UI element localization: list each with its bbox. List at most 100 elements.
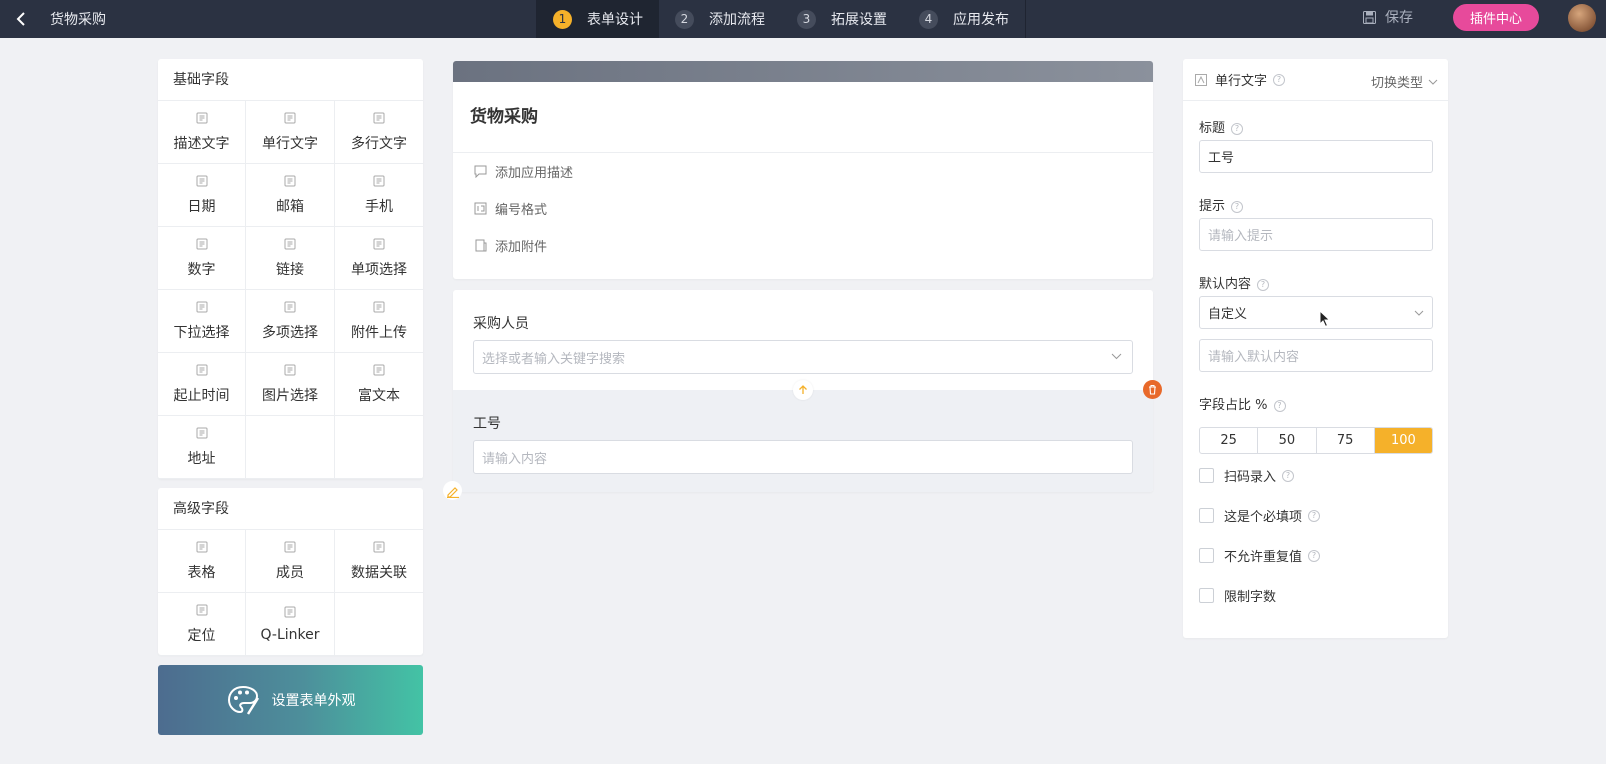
add-attachment-option[interactable]: 添加附件 bbox=[453, 227, 1153, 264]
basic-fields-title: 基础字段 bbox=[158, 59, 423, 101]
chevron-down-icon bbox=[1428, 79, 1438, 85]
edit-icon[interactable] bbox=[443, 481, 462, 500]
checkbox[interactable] bbox=[1199, 468, 1214, 483]
field-type-item[interactable]: 定位 bbox=[158, 593, 246, 656]
field-type-item[interactable]: 单行文字 bbox=[246, 101, 335, 164]
field-type-item[interactable]: 成员 bbox=[246, 530, 335, 593]
chevron-down-icon bbox=[1111, 353, 1122, 360]
field-properties-panel: 单行文字 ? 切换类型 标题? 工号 提示? 请输入提示 默认内容? 自定义 请… bbox=[1183, 59, 1448, 638]
member-icon bbox=[284, 541, 296, 553]
step-add-flow[interactable]: 2 添加流程 bbox=[659, 0, 781, 38]
field-type-item[interactable]: Q-Linker bbox=[246, 593, 335, 656]
title-input[interactable]: 工号 bbox=[1199, 140, 1433, 173]
ratio-option-25[interactable]: 25 bbox=[1200, 428, 1259, 453]
advanced-fields-grid: 表格 成员 数据关联定位 Q-Linker bbox=[158, 530, 423, 656]
help-icon: ? bbox=[1308, 549, 1321, 562]
field-type-item[interactable]: 单项选择 bbox=[335, 227, 423, 290]
default-type-select[interactable]: 自定义 bbox=[1199, 296, 1433, 329]
field-type-item[interactable]: 日期 bbox=[158, 164, 246, 227]
field-type-item[interactable]: 数字 bbox=[158, 227, 246, 290]
field-type-label: 多行文字 bbox=[351, 135, 407, 152]
save-button[interactable]: 保存 bbox=[1363, 7, 1413, 27]
field-type-label: 下拉选择 bbox=[173, 324, 230, 341]
default-content-input[interactable]: 请输入默认内容 bbox=[1199, 339, 1433, 372]
ratio-option-100[interactable]: 100 bbox=[1374, 428, 1432, 453]
checkbox-label: 不允许重复值 bbox=[1224, 550, 1303, 565]
numbering-icon bbox=[474, 202, 487, 215]
checkbox[interactable] bbox=[1199, 548, 1214, 563]
form-body-card: 采购人员 选择或者输入关键字搜索 工号 请输入内容 bbox=[443, 290, 1162, 500]
field-type-item[interactable]: 图片选择 bbox=[246, 353, 335, 416]
field-type-item[interactable]: 起止时间 bbox=[158, 353, 246, 416]
hint-input[interactable]: 请输入提示 bbox=[1199, 218, 1433, 251]
form-banner[interactable] bbox=[453, 61, 1153, 82]
form-field-employee-id[interactable]: 工号 请输入内容 bbox=[453, 390, 1153, 492]
switch-type-label: 切换类型 bbox=[1370, 76, 1423, 91]
step-number: 2 bbox=[675, 9, 694, 29]
field-type-item[interactable]: 数据关联 bbox=[335, 530, 423, 593]
ratio-option-50[interactable]: 50 bbox=[1258, 428, 1317, 453]
ratio-option-75[interactable]: 75 bbox=[1317, 428, 1375, 453]
checkbox[interactable] bbox=[1199, 508, 1214, 523]
checkbox-icon bbox=[284, 301, 296, 313]
form-header-card: 货物采购 添加应用描述 编号格式 添加附件 bbox=[453, 61, 1153, 279]
step-number: 1 bbox=[553, 9, 572, 29]
move-up-icon[interactable] bbox=[793, 380, 813, 400]
employee-id-input[interactable]: 请输入内容 bbox=[473, 440, 1133, 474]
field-type-item[interactable]: 邮箱 bbox=[246, 164, 335, 227]
step-number: 3 bbox=[797, 9, 816, 29]
no-duplicate-checkbox[interactable]: 不允许重复值 ? bbox=[1199, 546, 1321, 565]
field-type-label: 数字 bbox=[187, 261, 216, 278]
phone-icon bbox=[373, 175, 385, 187]
field-type-item[interactable]: 链接 bbox=[246, 227, 335, 290]
calendar-icon bbox=[196, 175, 208, 187]
delete-icon[interactable] bbox=[1143, 380, 1162, 399]
field-type-item[interactable]: 多行文字 bbox=[335, 101, 423, 164]
default-type-value: 自定义 bbox=[1208, 307, 1248, 322]
checkbox-label: 扫码录入 bbox=[1224, 470, 1277, 485]
back-arrow-icon[interactable] bbox=[12, 7, 32, 31]
step-form-design[interactable]: 1 表单设计 bbox=[537, 0, 659, 38]
scan-input-checkbox[interactable]: 扫码录入 ? bbox=[1199, 466, 1295, 485]
required-checkbox[interactable]: 这是个必填项 ? bbox=[1199, 506, 1321, 525]
step-extend-settings[interactable]: 3 拓展设置 bbox=[781, 0, 903, 38]
title-prop-text: 标题 bbox=[1199, 121, 1226, 136]
avatar[interactable] bbox=[1568, 4, 1596, 32]
field-type-item[interactable]: 下拉选择 bbox=[158, 290, 246, 353]
switch-type-button[interactable]: 切换类型 bbox=[1371, 72, 1438, 91]
field-type-label: 单行文字 bbox=[1215, 74, 1268, 89]
location-pin-icon bbox=[196, 427, 208, 439]
limit-length-checkbox[interactable]: 限制字数 bbox=[1199, 586, 1276, 605]
field-type-item[interactable]: 手机 bbox=[335, 164, 423, 227]
field-type-label: 表格 bbox=[187, 564, 216, 581]
checkbox[interactable] bbox=[1199, 588, 1214, 603]
step-number: 4 bbox=[919, 9, 938, 29]
add-description-option[interactable]: 添加应用描述 bbox=[453, 153, 1153, 190]
checkbox-label: 这是个必填项 bbox=[1224, 510, 1303, 525]
form-field-buyer[interactable]: 采购人员 选择或者输入关键字搜索 bbox=[453, 290, 1153, 390]
numbering-format-option[interactable]: 编号格式 bbox=[453, 190, 1153, 227]
data-link-icon bbox=[373, 541, 385, 553]
field-type-item[interactable]: 描述文字 bbox=[158, 101, 246, 164]
field-type-item[interactable]: 地址 bbox=[158, 416, 246, 479]
field-type-item[interactable]: 多项选择 bbox=[246, 290, 335, 353]
mail-icon bbox=[284, 175, 296, 187]
palette-icon bbox=[227, 685, 259, 715]
field-type-item[interactable]: 富文本 bbox=[335, 353, 423, 416]
form-title[interactable]: 货物采购 bbox=[453, 82, 1153, 153]
help-icon: ? bbox=[1231, 200, 1244, 213]
paragraph-icon bbox=[196, 112, 208, 124]
form-appearance-button[interactable]: 设置表单外观 bbox=[158, 665, 423, 735]
advanced-fields-title: 高级字段 bbox=[158, 488, 423, 530]
field-type-label: 描述文字 bbox=[173, 135, 230, 152]
step-publish[interactable]: 4 应用发布 bbox=[903, 0, 1025, 38]
top-bar: 货物采购 1 表单设计 2 添加流程 3 拓展设置 4 应用发布 保存 插件中心 bbox=[0, 0, 1606, 38]
field-type-label: 单行文字 bbox=[262, 135, 318, 152]
empty-cell bbox=[335, 593, 423, 656]
rich-text-icon bbox=[373, 364, 385, 376]
field-type-item[interactable]: 表格 bbox=[158, 530, 246, 593]
field-type-item[interactable]: 附件上传 bbox=[335, 290, 423, 353]
hint-prop-text: 提示 bbox=[1199, 199, 1226, 214]
plugin-center-button[interactable]: 插件中心 bbox=[1453, 4, 1539, 31]
buyer-select[interactable]: 选择或者输入关键字搜索 bbox=[473, 340, 1133, 374]
